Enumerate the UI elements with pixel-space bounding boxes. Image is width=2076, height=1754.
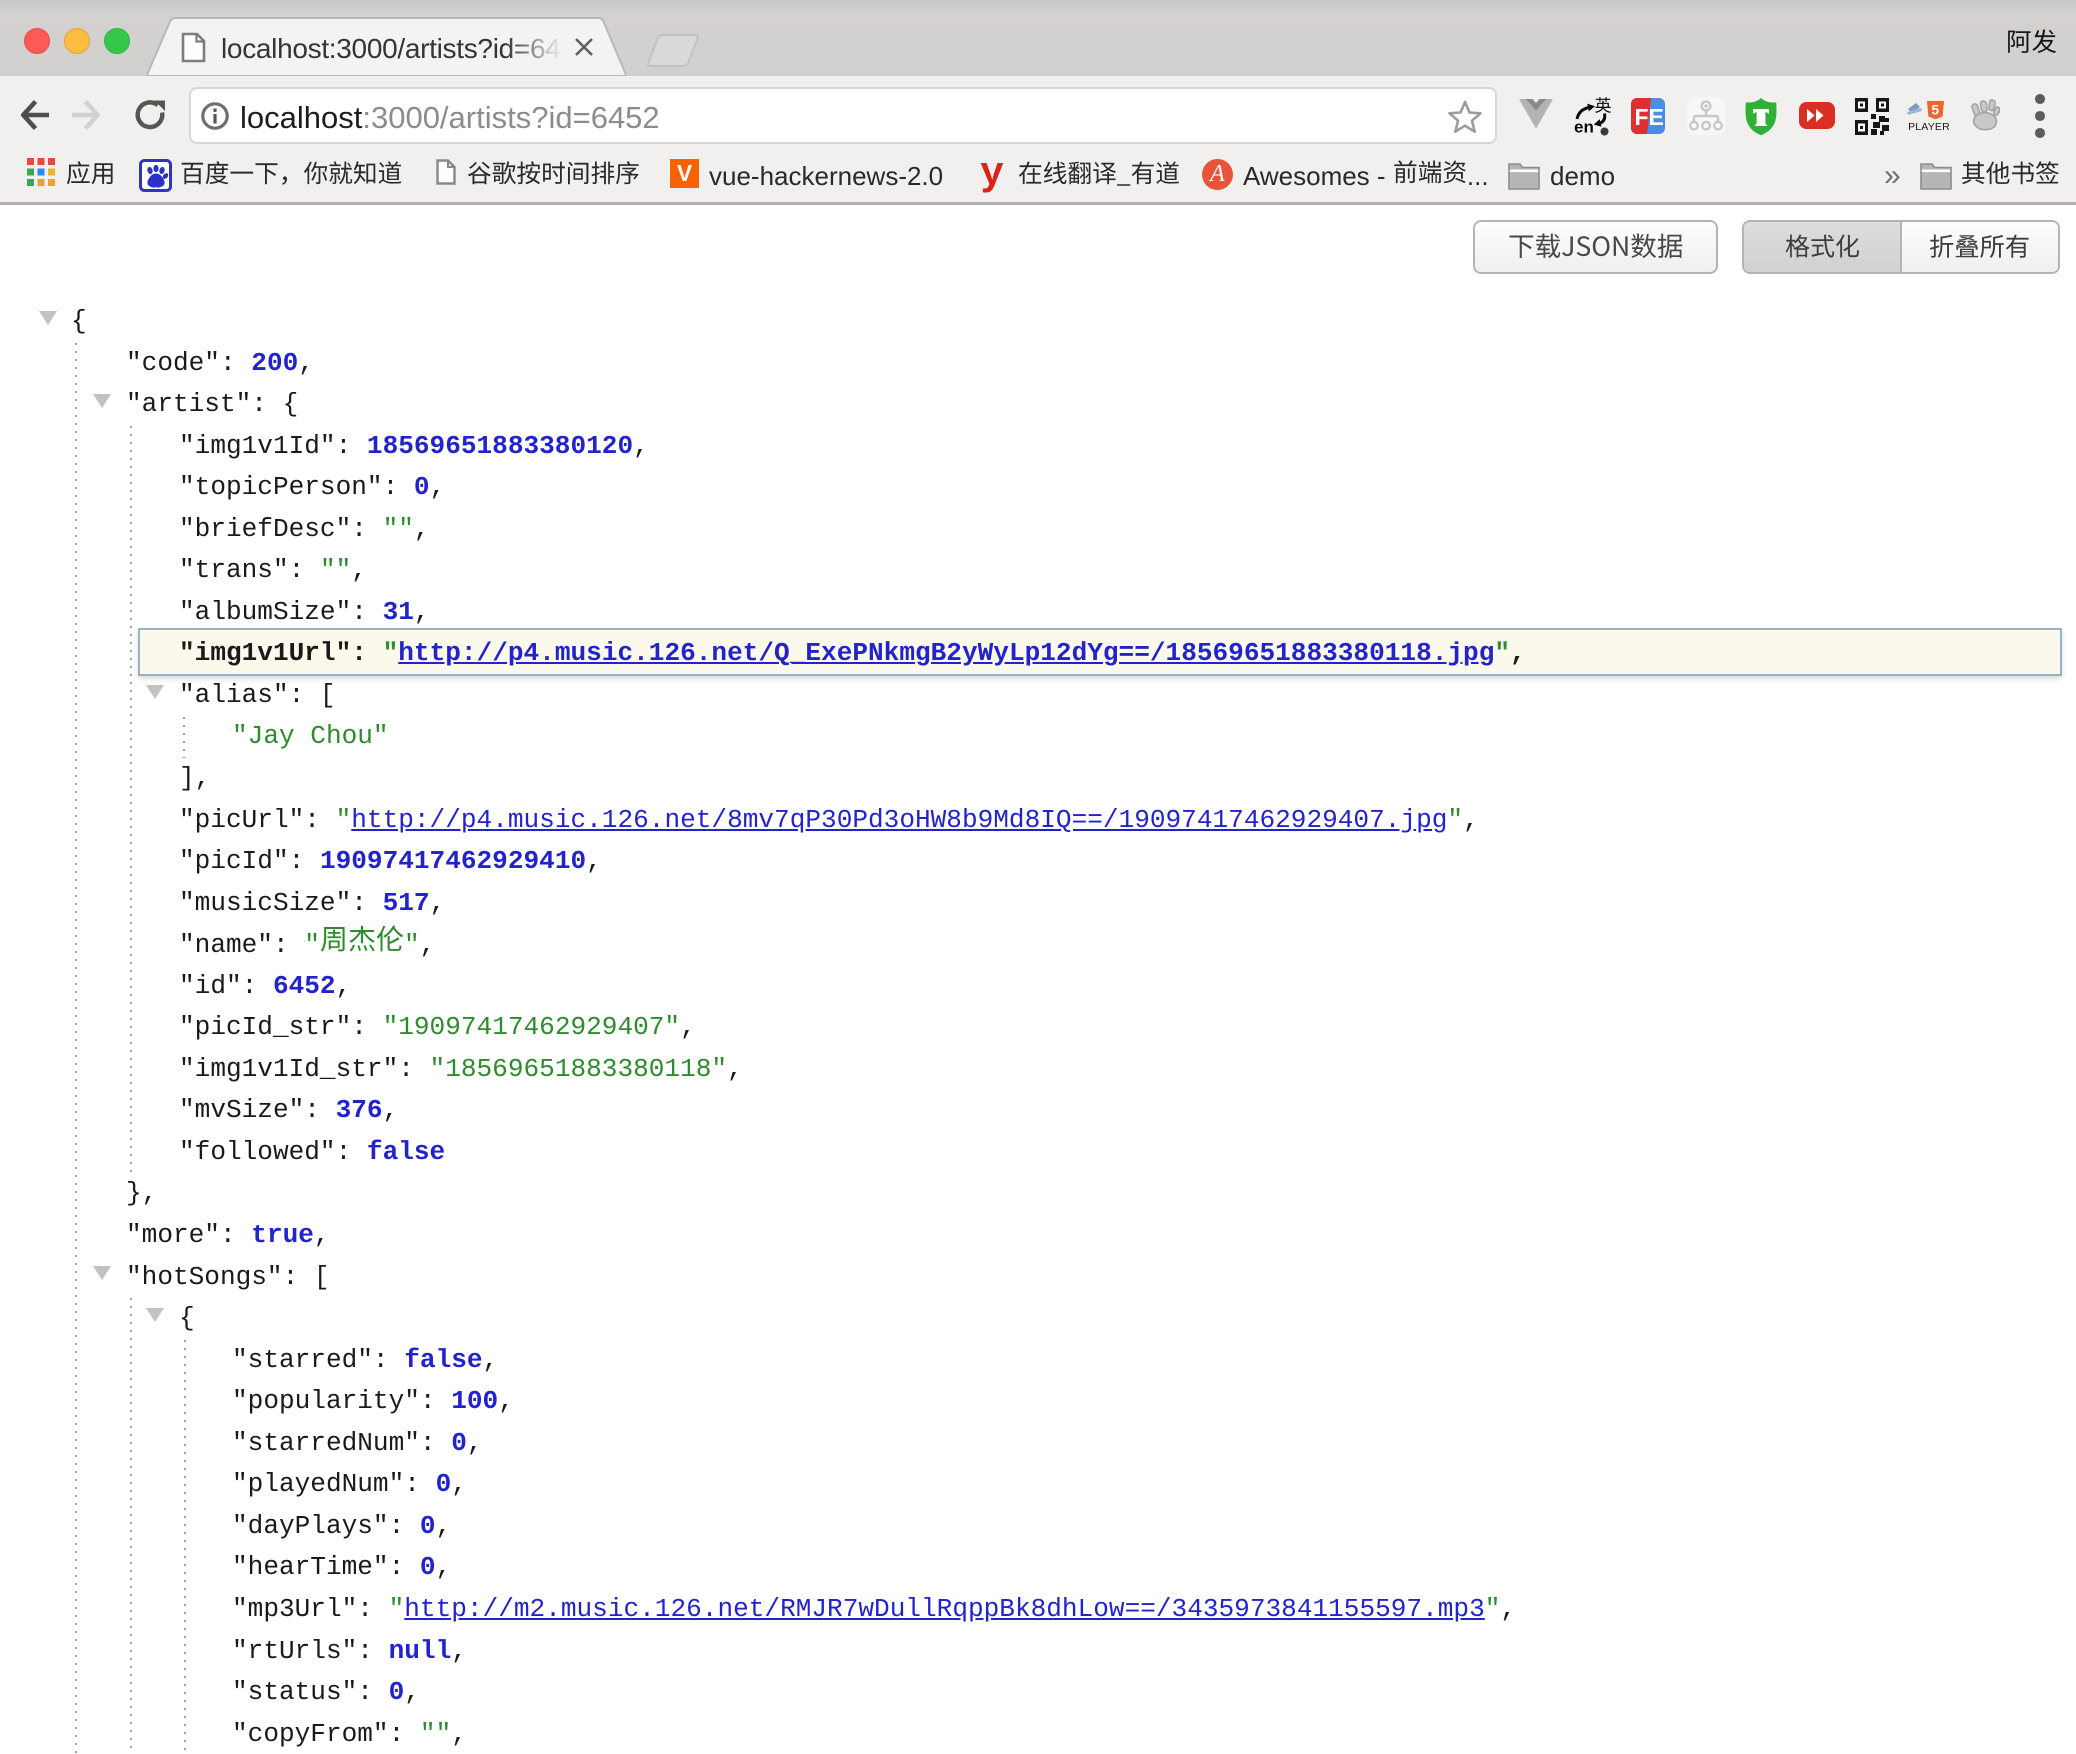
svg-text:PLAYER: PLAYER <box>1908 121 1949 133</box>
svg-text:E: E <box>1649 104 1664 130</box>
svg-text:5: 5 <box>1932 103 1940 118</box>
svg-text:F: F <box>1635 104 1649 130</box>
svg-text:en: en <box>1574 118 1594 137</box>
